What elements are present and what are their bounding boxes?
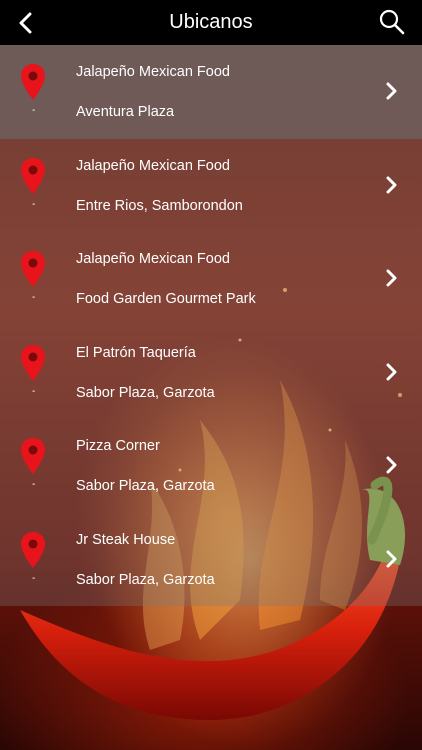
chevron-right-icon <box>386 456 397 474</box>
map-pin-icon <box>21 251 45 287</box>
location-row[interactable]: - Pizza Corner Sabor Plaza, Garzota <box>0 419 422 513</box>
chevron-right-icon <box>386 550 397 567</box>
location-name: Jalapeño Mexican Food <box>76 64 230 80</box>
map-pin-icon <box>21 531 45 568</box>
chevron-right-icon <box>386 269 397 287</box>
chevron-right-icon <box>386 82 397 100</box>
location-row[interactable]: - El Patrón Taquería Sabor Plaza, Garzot… <box>0 325 422 419</box>
location-marker: - <box>32 385 36 397</box>
map-pin-icon <box>21 344 45 381</box>
location-name: Pizza Corner <box>76 438 160 454</box>
location-place: Sabor Plaza, Garzota <box>76 384 215 401</box>
location-row[interactable]: - Jalapeño Mexican Food Aventura Plaza <box>0 45 422 139</box>
location-place: Sabor Plaza, Garzota <box>76 571 215 588</box>
location-marker: - <box>32 198 36 210</box>
location-marker: - <box>32 572 36 584</box>
location-place: Food Garden Gourmet Park <box>76 291 256 307</box>
location-row[interactable]: - Jalapeño Mexican Food Food Garden Gour… <box>0 232 422 326</box>
location-name: Jalapeño Mexican Food <box>76 157 230 174</box>
location-name: Jalapeño Mexican Food <box>76 251 230 267</box>
location-marker: - <box>32 105 36 116</box>
page-title: Ubicanos <box>169 11 253 33</box>
chevron-right-icon <box>386 176 397 193</box>
location-row[interactable]: - Jalapeño Mexican Food Entre Rios, Samb… <box>0 138 422 232</box>
locations-list: - Jalapeño Mexican Food Aventura Plaza -… <box>0 45 422 606</box>
location-marker: - <box>32 292 36 303</box>
location-place: Sabor Plaza, Garzota <box>76 478 215 494</box>
location-name: Jr Steak House <box>76 531 176 548</box>
location-marker: - <box>32 479 36 490</box>
back-button[interactable] <box>18 8 48 38</box>
location-row[interactable]: - Jr Steak House Sabor Plaza, Garzota <box>0 512 422 606</box>
app-header: Ubicanos <box>0 0 422 45</box>
search-icon <box>379 9 405 35</box>
map-pin-icon <box>21 157 45 194</box>
location-place: Entre Rios, Samborondon <box>76 197 243 214</box>
chevron-right-icon <box>386 363 397 380</box>
chevron-left-icon <box>19 12 32 34</box>
search-button[interactable] <box>378 8 408 38</box>
map-pin-icon <box>21 64 45 100</box>
map-pin-icon <box>21 438 45 474</box>
location-place: Aventura Plaza <box>76 104 175 120</box>
location-name: El Patrón Taquería <box>76 344 196 361</box>
